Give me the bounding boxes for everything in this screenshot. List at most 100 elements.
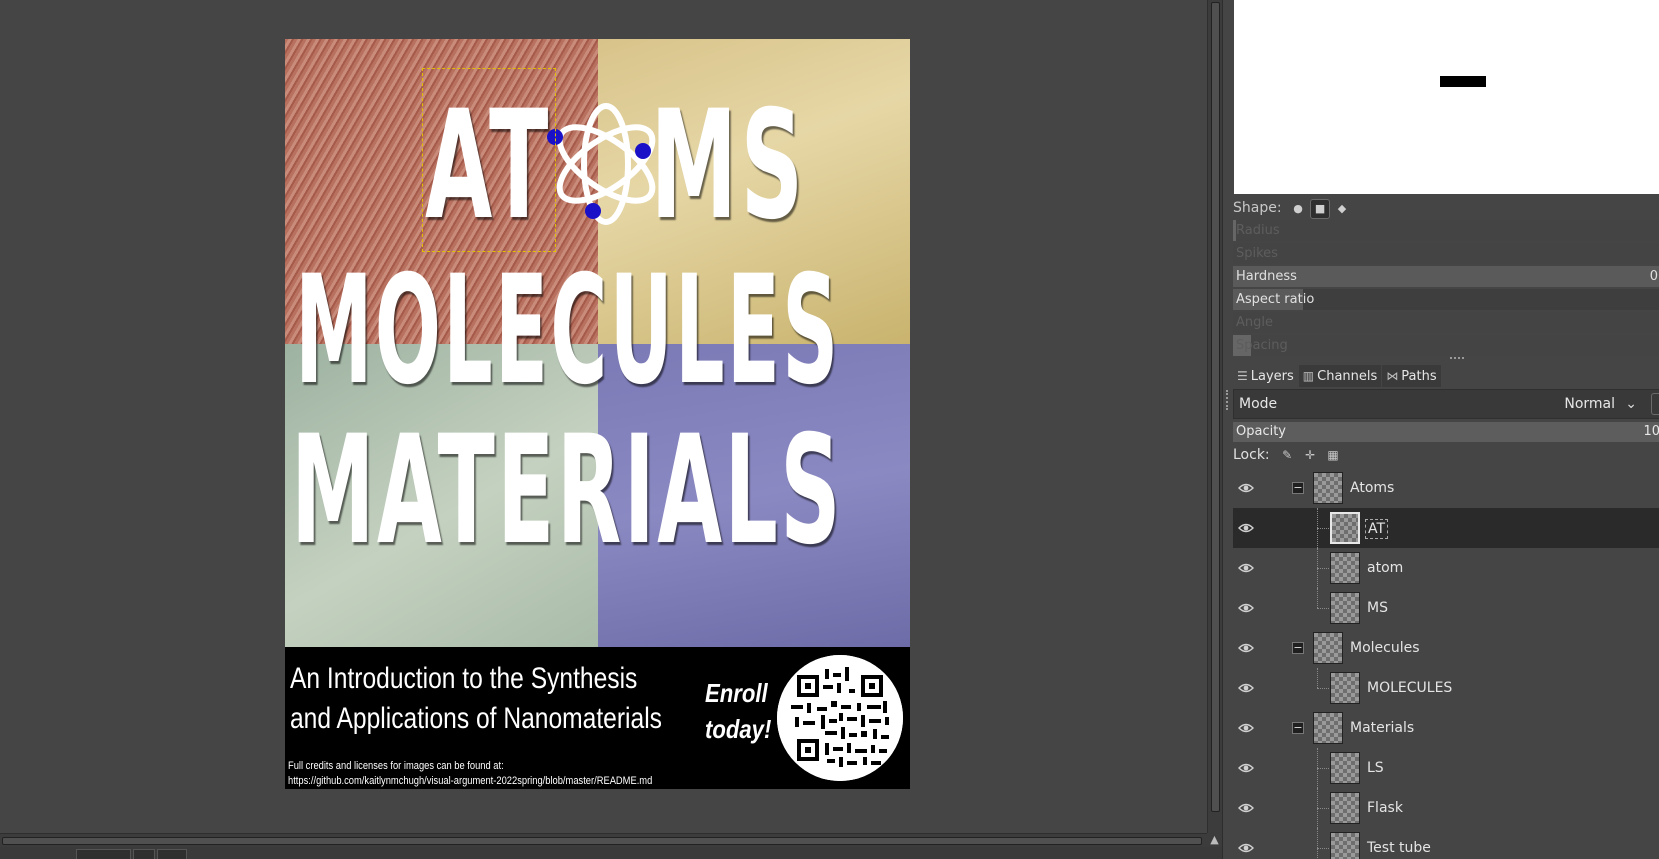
horizontal-scroll-thumb[interactable] [2,837,1202,845]
layer-name[interactable]: MOLECULES [1367,679,1452,697]
tab-paths[interactable]: ⋈ Paths [1382,365,1441,387]
eye-icon[interactable] [1238,720,1254,736]
layer-row-selected[interactable]: AT [1233,508,1659,548]
dock-drag-handle[interactable] [1226,390,1229,410]
layer-thumbnail [1330,592,1360,624]
vertical-scroll-thumb[interactable] [1211,2,1220,812]
qr-code-icon [777,655,903,781]
credits-text: Full credits and licenses for images can… [288,760,653,787]
eye-icon[interactable] [1238,840,1254,856]
angle-slider[interactable]: Angle [1233,312,1659,333]
layer-thumbnail [1313,472,1343,504]
circle-shape-icon[interactable]: ● [1288,199,1308,219]
collapse-icon[interactable]: − [1292,482,1304,494]
radius-slider[interactable]: Radius [1233,220,1659,241]
layer-boundary [422,68,556,252]
right-dock: Shape: ● ■ ◆ Radius Spikes Hardness 0 Aspec… [1222,0,1659,859]
layers-icon: ☰ [1237,369,1248,383]
aspect-ratio-slider[interactable]: Aspect ratio [1233,289,1659,310]
layers-list: − Atoms AT atom MS − Molecules MOLECULES… [1233,468,1659,859]
poster-image[interactable]: AT MS MOLECULES MATERIALS An Introduction… [285,39,910,789]
lock-pixels-icon[interactable]: ✎ [1277,445,1297,465]
eye-icon[interactable] [1238,800,1254,816]
status-bar [0,847,1222,859]
layer-name[interactable]: AT [1365,519,1389,539]
dock-resize-grip[interactable] [1450,357,1464,361]
status-message-field [157,849,187,859]
lock-alpha-icon[interactable]: ▦ [1323,445,1343,465]
layer-name[interactable]: Test tube [1367,839,1431,857]
paths-icon: ⋈ [1386,369,1399,383]
tree-line [1317,808,1329,809]
eye-icon[interactable] [1238,560,1254,576]
tree-line [1317,768,1329,769]
diamond-shape-icon[interactable]: ◆ [1332,199,1352,219]
layer-name[interactable]: MS [1367,599,1388,617]
layer-thumbnail [1330,552,1360,584]
spacing-slider[interactable]: Spacing [1233,335,1659,356]
brush-preview [1234,0,1659,194]
eye-icon[interactable] [1238,680,1254,696]
tree-line [1317,848,1329,849]
image-canvas[interactable]: AT MS MOLECULES MATERIALS An Introduction… [0,0,1207,833]
poster-subtitle: An Introduction to the Synthesis and App… [290,662,662,735]
layer-name[interactable]: Flask [1367,799,1403,817]
channels-icon: ▥ [1302,369,1315,383]
eye-icon[interactable] [1238,640,1254,656]
navigate-icon[interactable]: ▲ [1207,833,1222,847]
poster-word-materials: MATERIALS [291,404,843,578]
tree-line [1317,688,1329,689]
layer-row[interactable]: LS [1233,748,1659,788]
lock-label: Lock: [1233,447,1270,463]
hardness-slider[interactable]: Hardness 0 [1233,266,1659,287]
status-unit-field[interactable] [76,849,131,859]
layer-name[interactable]: Molecules [1350,639,1420,657]
eye-icon[interactable] [1238,760,1254,776]
lock-position-icon[interactable]: ✛ [1300,445,1320,465]
layer-row[interactable]: − Materials [1233,708,1659,748]
opacity-slider[interactable]: Opacity 10 [1233,422,1659,442]
tree-line [1317,568,1329,569]
lock-row: Lock: ✎ ✛ ▦ [1233,445,1343,465]
atom-icon [547,103,656,225]
layer-row[interactable]: − Molecules [1233,628,1659,668]
layer-thumbnail [1330,512,1360,544]
status-zoom-field[interactable] [133,849,155,859]
brush-shape-preview [1440,76,1486,87]
chevron-down-icon[interactable]: ⌄ [1625,390,1637,418]
layer-name[interactable]: LS [1367,759,1384,777]
layer-thumbnail [1330,672,1360,704]
layer-row[interactable]: Test tube [1233,828,1659,859]
layer-name[interactable]: Atoms [1350,479,1394,497]
brush-shape-row: Shape: ● ■ ◆ [1233,198,1352,219]
layer-name[interactable]: Materials [1350,719,1414,737]
vertical-scrollbar[interactable] [1207,0,1222,833]
poster-word-molecules: MOLECULES [295,244,841,418]
layer-row[interactable]: MS [1233,588,1659,628]
tree-line [1317,528,1329,529]
enroll-text: Enroll today! [705,678,772,744]
mode-label: Mode [1239,396,1278,412]
layer-thumbnail [1330,792,1360,824]
tab-layers[interactable]: ☰ Layers [1233,365,1298,387]
mode-reset-button[interactable] [1651,393,1659,415]
poster-footer: An Introduction to the Synthesis and App… [285,647,910,789]
layer-row[interactable]: MOLECULES [1233,668,1659,708]
layer-mode-select[interactable]: Mode Normal ⌄ [1233,389,1659,419]
eye-icon[interactable] [1238,600,1254,616]
spikes-slider[interactable]: Spikes [1233,243,1659,264]
horizontal-scrollbar[interactable] [0,833,1207,847]
collapse-icon[interactable]: − [1292,642,1304,654]
layer-row[interactable]: atom [1233,548,1659,588]
tab-channels[interactable]: ▥ Channels [1298,365,1382,387]
collapse-icon[interactable]: − [1292,722,1304,734]
layer-name[interactable]: atom [1367,559,1403,577]
layer-row[interactable]: Flask [1233,788,1659,828]
square-shape-icon[interactable]: ■ [1310,199,1331,219]
layer-thumbnail [1313,632,1343,664]
opacity-value: 10 [1643,424,1659,439]
layer-row[interactable]: − Atoms [1233,468,1659,508]
eye-icon[interactable] [1238,520,1254,536]
opacity-label: Opacity [1236,424,1287,439]
eye-icon[interactable] [1238,480,1254,496]
